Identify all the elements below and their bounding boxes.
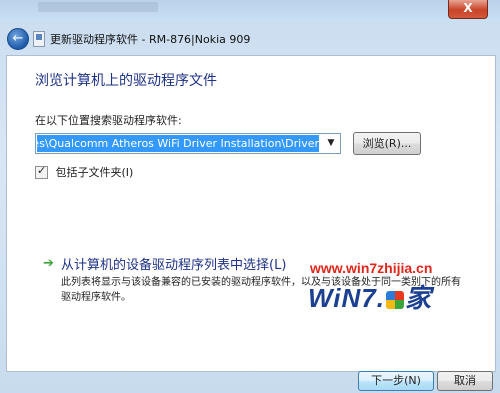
- browse-button[interactable]: 浏览(R)...: [353, 132, 421, 155]
- window-title: 更新驱动程序软件 - RM-876|Nokia 909: [50, 33, 251, 46]
- dialog-window: X ← 更新驱动程序软件 - RM-876|Nokia 909 浏览计算机上的驱…: [0, 0, 500, 393]
- site-watermark: www.win7zhijia.cn WiN7. 家: [298, 260, 478, 313]
- title-bar: X: [0, 0, 500, 22]
- search-location-label: 在以下位置搜索驱动程序软件:: [35, 114, 182, 127]
- cancel-button[interactable]: 取消: [437, 371, 493, 391]
- include-subfolders-label: 包括子文件夹(I): [55, 166, 134, 179]
- include-subfolders-row[interactable]: 包括子文件夹(I): [35, 164, 133, 180]
- include-subfolders-checkbox[interactable]: [35, 164, 48, 179]
- path-combobox[interactable]: C:\Program Files\Qualcomm Atheros WiFi D…: [35, 133, 341, 154]
- device-icon: [33, 31, 45, 47]
- close-button[interactable]: X: [448, 0, 488, 19]
- content-panel: 浏览计算机上的驱动程序文件 在以下位置搜索驱动程序软件: C:\Program …: [6, 55, 496, 372]
- watermark-logo: WiN7. 家: [308, 283, 433, 313]
- page-heading: 浏览计算机上的驱动程序文件: [35, 73, 217, 89]
- back-arrow-icon: ←: [12, 31, 24, 46]
- title-bar-ghost: [38, 2, 158, 12]
- dropdown-arrow-icon[interactable]: ▼: [323, 135, 339, 152]
- watermark-url: www.win7zhijia.cn: [310, 260, 433, 276]
- back-button[interactable]: ←: [7, 28, 29, 50]
- green-arrow-icon: ➔: [43, 256, 54, 271]
- next-button[interactable]: 下一步(N): [358, 371, 434, 391]
- path-input[interactable]: C:\Program Files\Qualcomm Atheros WiFi D…: [37, 135, 319, 152]
- windows-flag-icon: [386, 291, 404, 310]
- pick-from-list-link[interactable]: 从计算机的设备驱动程序列表中选择(L): [61, 254, 286, 273]
